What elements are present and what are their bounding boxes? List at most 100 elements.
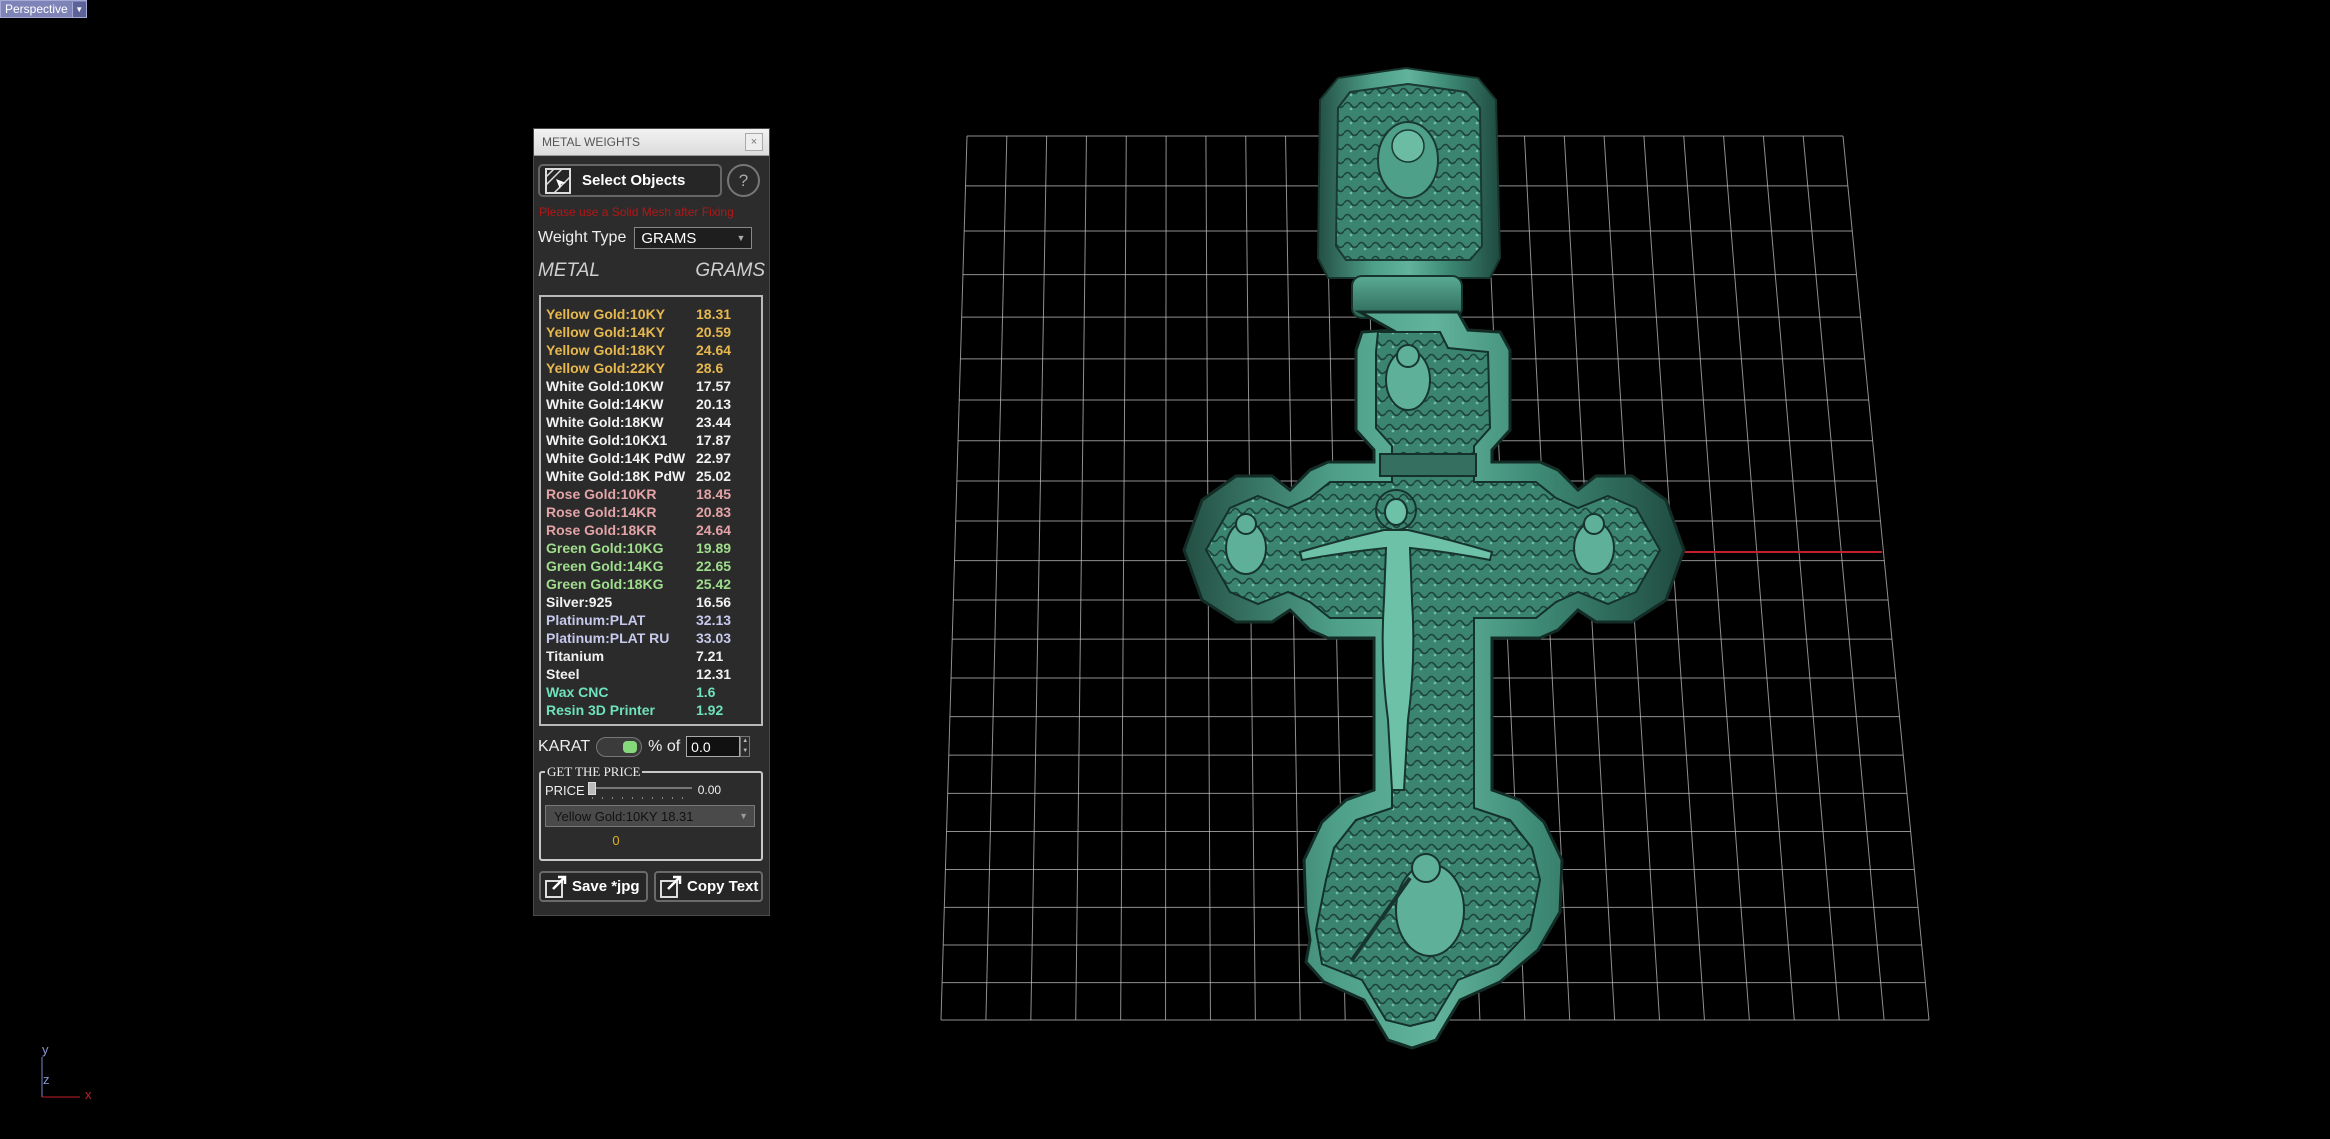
metal-row[interactable]: Yellow Gold:18KY 24.64: [546, 341, 761, 359]
price-metal-value: Yellow Gold:10KY 18.31: [554, 808, 694, 824]
close-icon[interactable]: ×: [745, 133, 763, 151]
metal-row[interactable]: Rose Gold:10KR 18.45: [546, 485, 761, 503]
metal-weight: 19.89: [696, 540, 732, 556]
axis-y-label: y: [42, 1042, 49, 1057]
metal-row[interactable]: Green Gold:10KG 19.89: [546, 539, 761, 557]
chevron-down-icon: ▼: [739, 811, 748, 821]
viewport-3d[interactable]: [0, 0, 2330, 1139]
copy-text-button[interactable]: Copy Text: [654, 871, 763, 902]
metal-row[interactable]: White Gold:10KX1 17.87: [546, 431, 761, 449]
chevron-down-icon: ▼: [736, 233, 746, 243]
metal-row[interactable]: White Gold:18K PdW 25.02: [546, 467, 761, 485]
metal-row[interactable]: Titanium 7.21: [546, 647, 761, 665]
metal-weight: 1.92: [696, 702, 724, 718]
metal-row[interactable]: White Gold:18KW 23.44: [546, 413, 761, 431]
metal-name: White Gold:18K PdW: [546, 468, 686, 484]
metal-name: Yellow Gold:22KY: [546, 360, 666, 376]
metal-name: Green Gold:10KG: [546, 540, 664, 556]
metal-row[interactable]: Yellow Gold:14KY 20.59: [546, 323, 761, 341]
select-objects-button[interactable]: Select Objects: [538, 164, 722, 197]
axis-indicator: y z x: [40, 1042, 100, 1105]
metal-name: Yellow Gold:14KY: [546, 324, 666, 340]
price-value: 0.00: [697, 783, 722, 797]
karat-toggle[interactable]: [596, 736, 643, 757]
price-slider[interactable]: [587, 781, 692, 799]
metal-weight: 25.42: [696, 576, 732, 592]
metal-row[interactable]: Yellow Gold:22KY 28.6: [546, 359, 761, 377]
metal-weight: 7.21: [696, 648, 724, 664]
metal-row[interactable]: White Gold:10KW 17.57: [546, 377, 761, 395]
column-grams-header: GRAMS: [695, 260, 765, 281]
metal-weight: 17.57: [696, 378, 732, 394]
save-jpg-button[interactable]: Save *jpg: [539, 871, 648, 902]
help-button[interactable]: ?: [727, 164, 760, 197]
metal-weight: 24.64: [696, 522, 732, 538]
metal-row[interactable]: Rose Gold:14KR 20.83: [546, 503, 761, 521]
metal-row[interactable]: Resin 3D Printer 1.92: [546, 701, 761, 719]
metal-name: Platinum:PLAT: [546, 612, 646, 628]
metal-name: Yellow Gold:18KY: [546, 342, 666, 358]
metal-row[interactable]: Rose Gold:18KR 24.64: [546, 521, 761, 539]
metal-name: White Gold:10KX1: [546, 432, 668, 448]
metal-name: Wax CNC: [546, 684, 609, 700]
metal-row[interactable]: Silver:925 16.56: [546, 593, 761, 611]
metal-name: Platinum:PLAT RU: [546, 630, 670, 646]
metal-name: Steel: [546, 666, 580, 682]
get-the-price-group: GET THE PRICE PRICE 0.00 Yellow Gold:10K…: [539, 764, 763, 861]
metal-weight: 18.45: [696, 486, 732, 502]
metal-weight: 23.44: [696, 414, 732, 430]
metal-name: Green Gold:14KG: [546, 558, 664, 574]
metal-row[interactable]: Platinum:PLAT 32.13: [546, 611, 761, 629]
price-metal-select[interactable]: Yellow Gold:10KY 18.31 ▼: [545, 805, 755, 827]
copy-text-label: Copy Text: [687, 878, 759, 895]
metal-weight: 20.13: [696, 396, 732, 412]
metal-row[interactable]: White Gold:14K PdW 22.97: [546, 449, 761, 467]
metal-name: Rose Gold:14KR: [546, 504, 657, 520]
percent-spinner[interactable]: ▲ ▼: [740, 736, 751, 757]
metal-name: Rose Gold:10KR: [546, 486, 657, 502]
metal-row[interactable]: Green Gold:14KG 22.65: [546, 557, 761, 575]
select-objects-icon: [545, 167, 571, 194]
metal-name: White Gold:14KW: [546, 396, 664, 412]
metal-name: Yellow Gold:10KY: [546, 306, 666, 322]
solid-mesh-warning: Please use a Solid Mesh after Fixing: [539, 205, 734, 219]
metal-weight: 16.56: [696, 594, 732, 610]
metal-name: Rose Gold:18KR: [546, 522, 657, 538]
percent-of-label: % of: [648, 737, 681, 755]
metal-row[interactable]: Green Gold:18KG 25.42: [546, 575, 761, 593]
metal-weights-panel: METAL WEIGHTS × Select Objects ? Please …: [533, 128, 770, 916]
metal-weights-list[interactable]: Yellow Gold:10KY 18.31 Yellow Gold:14KY 20.…: [539, 295, 763, 726]
metal-name: Green Gold:18KG: [546, 576, 664, 592]
percent-input[interactable]: 0.0: [686, 736, 741, 757]
price-slider-thumb[interactable]: [587, 782, 596, 795]
metal-row[interactable]: White Gold:14KW 20.13: [546, 395, 761, 413]
metal-weight: 18.31: [696, 306, 732, 322]
karat-label: KARAT: [538, 737, 591, 755]
metal-weight: 25.02: [696, 468, 732, 484]
metal-name: Titanium: [546, 648, 605, 664]
export-icon: [545, 875, 567, 898]
metal-row[interactable]: Platinum:PLAT RU 33.03: [546, 629, 761, 647]
select-objects-label: Select Objects: [582, 172, 686, 189]
metal-row[interactable]: Yellow Gold:10KY 18.31: [546, 305, 761, 323]
metal-name: Resin 3D Printer: [546, 702, 655, 718]
weight-type-select[interactable]: GRAMS ▼: [634, 227, 753, 249]
column-metal-header: METAL: [538, 260, 600, 281]
metal-row[interactable]: Wax CNC 1.6: [546, 683, 761, 701]
metal-weight: 24.64: [696, 342, 732, 358]
weight-type-label: Weight Type: [538, 229, 627, 246]
metal-weight: 20.83: [696, 504, 732, 520]
metal-name: White Gold:18KW: [546, 414, 664, 430]
metal-weight: 1.6: [696, 684, 716, 700]
metal-weight: 32.13: [696, 612, 732, 628]
save-jpg-label: Save *jpg: [572, 878, 640, 895]
weight-type-value: GRAMS: [641, 229, 697, 247]
price-result: 0: [612, 833, 620, 848]
metal-row[interactable]: Steel 12.31: [546, 665, 761, 683]
price-label: PRICE: [545, 782, 585, 798]
metal-weight: 20.59: [696, 324, 732, 340]
panel-titlebar[interactable]: METAL WEIGHTS ×: [534, 129, 769, 156]
get-the-price-legend: GET THE PRICE: [545, 764, 643, 780]
metal-weight: 22.97: [696, 450, 732, 466]
metal-weight: 28.6: [696, 360, 724, 376]
